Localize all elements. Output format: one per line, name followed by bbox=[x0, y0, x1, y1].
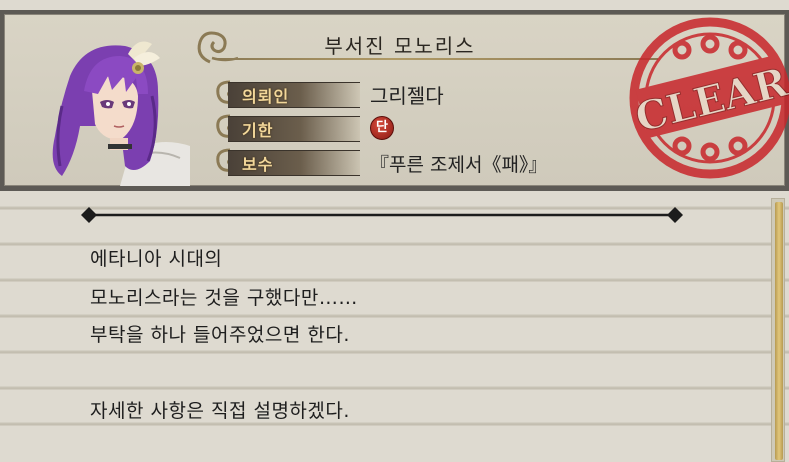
deadline-label: 기한 bbox=[242, 121, 274, 140]
client-label: 의뢰인 bbox=[242, 87, 290, 106]
reward-value: 『푸른 조제서《패》』 bbox=[370, 154, 548, 176]
message-line: 모노리스라는 것을 구했다만…… bbox=[90, 287, 358, 309]
message-line: 에타니아 시대의 bbox=[90, 248, 223, 270]
deadline-label-plate: 기한 bbox=[212, 112, 364, 142]
diamond-icon bbox=[667, 207, 683, 223]
quest-title: 부서진 모노리스 bbox=[324, 34, 476, 58]
separator-line bbox=[81, 207, 683, 223]
reward-label-plate: 보수 bbox=[212, 146, 364, 176]
message-line: 자세한 사항은 직접 설명하겠다. bbox=[90, 400, 350, 422]
diamond-icon bbox=[81, 207, 97, 223]
message-line: 부탁을 하나 들어주었으면 한다. bbox=[90, 324, 350, 346]
client-label-plate: 의뢰인 bbox=[212, 78, 364, 108]
scrollbar-thumb[interactable] bbox=[775, 202, 783, 460]
deadline-badge: 단 bbox=[370, 116, 394, 140]
client-portrait bbox=[52, 41, 190, 186]
reward-label: 보수 bbox=[242, 155, 274, 174]
clear-stamp-icon: CLEAR bbox=[629, 17, 789, 179]
client-value: 그리젤다 bbox=[370, 84, 444, 108]
